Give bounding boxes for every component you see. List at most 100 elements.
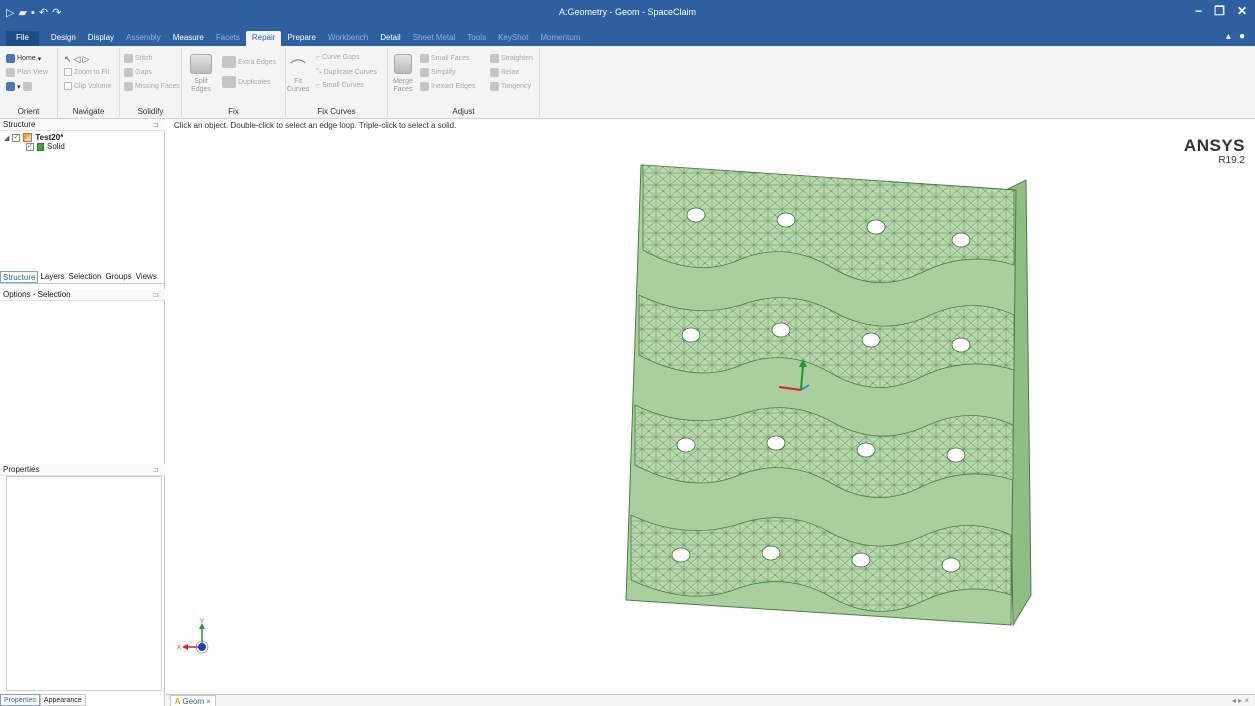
split-edges-label: Split Edges — [191, 78, 211, 93]
merge-faces-label: Merge Faces — [393, 78, 413, 93]
tab-display[interactable]: Display — [82, 31, 120, 46]
gaps-icon — [124, 68, 133, 77]
panel-tab-layers[interactable]: Layers — [38, 271, 66, 283]
small-curves-button[interactable]: ⌐ Small Curves — [316, 82, 364, 89]
lattice-solid-model[interactable] — [621, 155, 1061, 630]
pin-icon[interactable]: ⊐ — [152, 464, 159, 476]
ribbon: Home ▾ Plan View ▾ Orient ↖ ◁ ▷ Zoom to … — [0, 46, 1255, 119]
options-panel-header: Options - Selection ⊐ — [0, 289, 165, 301]
inexact-edges-icon — [420, 82, 429, 91]
visibility-checkbox[interactable]: ✓ — [26, 142, 34, 151]
ribbon-tabs: File Design Display Assembly Measure Facets Re… — [6, 31, 586, 46]
clip-volume-button[interactable]: Clip Volume — [64, 82, 111, 90]
curve-gaps-button[interactable]: ⌐ Curve Gaps — [316, 54, 359, 61]
brand-name: ANSYS — [1183, 136, 1245, 155]
window-controls: − ❐ ✕ — [1195, 4, 1247, 18]
document-tab[interactable]: Λ Geom × — [170, 695, 216, 706]
panel-tab-groups[interactable]: Groups — [103, 271, 133, 283]
tab-assembly[interactable]: Assembly — [120, 31, 167, 46]
missing-faces-button[interactable]: Missing Faces — [124, 82, 180, 91]
simplify-button[interactable]: Simplify — [420, 68, 456, 77]
forward-icon[interactable]: ▷ — [82, 54, 89, 65]
navigate-arrows[interactable]: ↖ ◁ ▷ — [64, 54, 89, 65]
panel-tab-views[interactable]: Views — [134, 271, 159, 283]
properties-grid[interactable] — [6, 476, 162, 691]
tab-tools[interactable]: Tools — [461, 31, 492, 46]
tree-item-root-label: Test20* — [35, 133, 64, 142]
view-cube-button[interactable]: ▾ — [6, 82, 32, 91]
select-arrow-icon[interactable]: ↖ — [64, 54, 72, 65]
tangency-button[interactable]: Tangency — [490, 82, 531, 91]
tab-sheet-metal[interactable]: Sheet Metal — [407, 31, 462, 46]
properties-tab-properties[interactable]: Properties — [0, 694, 40, 706]
fix-curves-group-label: Fix Curves — [317, 107, 356, 116]
status-hint: Click an object. Double-click to select … — [174, 121, 457, 130]
tab-detail[interactable]: Detail — [374, 31, 406, 46]
orient-group-label: Orient — [17, 107, 40, 116]
tangency-icon — [490, 82, 499, 91]
group-adjust: Merge Faces Small Faces Simplify Inexact… — [388, 48, 540, 117]
extra-edges-button[interactable]: Extra Edges — [222, 56, 276, 68]
back-icon[interactable]: ◁ — [74, 54, 81, 65]
duplicate-curves-button[interactable]: ⤡ Duplicate Curves — [316, 68, 377, 76]
window-title: A:Geometry - Geom - SpaceClaim — [558, 7, 697, 17]
collapse-ribbon-icon[interactable]: ▴ — [1226, 31, 1231, 42]
minimize-button[interactable]: − — [1195, 4, 1202, 18]
tab-workbench[interactable]: Workbench — [322, 31, 374, 46]
clip-volume-icon — [64, 82, 72, 90]
properties-panel-header: Properties ⊐ — [0, 464, 165, 476]
tab-repair[interactable]: Repair — [245, 31, 282, 46]
document-tab-label: Geom — [182, 696, 205, 706]
relax-button[interactable]: Relax — [490, 68, 519, 77]
view-cube-icon — [6, 82, 15, 91]
duplicates-icon — [222, 76, 236, 88]
solidify-group-label: Solidify — [137, 107, 164, 116]
split-edges-icon[interactable] — [190, 54, 212, 74]
tab-keyshot[interactable]: KeyShot — [492, 31, 534, 46]
stitch-icon — [124, 54, 133, 63]
duplicates-button[interactable]: Duplicates — [222, 76, 271, 88]
help-icon[interactable]: ● — [1239, 31, 1245, 42]
panel-tab-selection[interactable]: Selection — [66, 271, 103, 283]
pin-icon[interactable]: ⊐ — [152, 119, 159, 131]
panel-tab-structure[interactable]: Structure — [0, 271, 39, 283]
curve-gaps-icon: ⌐ — [316, 54, 321, 61]
properties-tab-appearance[interactable]: Appearance — [39, 694, 86, 706]
gaps-button[interactable]: Gaps — [124, 68, 152, 77]
home-button[interactable]: Home ▾ — [6, 54, 41, 63]
close-tab-icon[interactable]: × — [206, 696, 211, 706]
triad-x-label: X — [177, 645, 181, 651]
tab-momentum[interactable]: Momentum — [534, 31, 586, 46]
graphics-viewport[interactable]: Click an object. Double-click to select … — [166, 119, 1255, 694]
tree-item-solid[interactable]: ✓ Solid — [26, 142, 65, 151]
tab-facets[interactable]: Facets — [210, 31, 246, 46]
panel-tabs: Structure Layers Selection Groups Views — [0, 271, 165, 284]
tab-design[interactable]: Design — [45, 31, 82, 46]
tree-item-root[interactable]: ◢ ✓ Test20* — [4, 133, 63, 142]
close-button[interactable]: ✕ — [1237, 4, 1247, 18]
stitch-button[interactable]: Stitch — [124, 54, 153, 63]
tab-measure[interactable]: Measure — [167, 31, 210, 46]
merge-faces-icon[interactable] — [394, 54, 412, 74]
tab-file[interactable]: File — [6, 31, 39, 46]
simplify-icon — [420, 68, 429, 77]
visibility-checkbox[interactable]: ✓ — [12, 133, 21, 142]
plan-view-button[interactable]: Plan View — [6, 68, 48, 77]
small-curves-icon: ⌐ — [316, 82, 321, 89]
small-faces-button[interactable]: Small Faces — [420, 54, 470, 63]
axis-triad[interactable]: Y X — [176, 617, 220, 661]
tab-prepare[interactable]: Prepare — [281, 31, 321, 46]
pin-icon[interactable]: ⊐ — [152, 289, 159, 301]
left-panel: Structure ⊐ ◢ ✓ Test20* ✓ Solid Structur… — [0, 119, 165, 706]
ribbon-tab-bar: File Design Display Assembly Measure Facets Re… — [0, 29, 1255, 46]
collapse-arrow-icon[interactable]: ◢ — [4, 134, 9, 142]
zoom-to-fit-button[interactable]: Zoom to Fit — [64, 68, 109, 76]
inexact-edges-button[interactable]: Inexact Edges — [420, 82, 475, 91]
tab-scroll-controls[interactable]: ◂ ▸ × — [1232, 695, 1249, 706]
zoom-icon — [22, 82, 32, 91]
restore-button[interactable]: ❐ — [1214, 4, 1225, 18]
zoom-to-fit-icon — [64, 68, 72, 76]
straighten-button[interactable]: Straighten — [490, 54, 533, 63]
fit-curves-icon[interactable]: ⌒ — [290, 54, 306, 78]
tree-item-solid-label: Solid — [47, 142, 65, 151]
